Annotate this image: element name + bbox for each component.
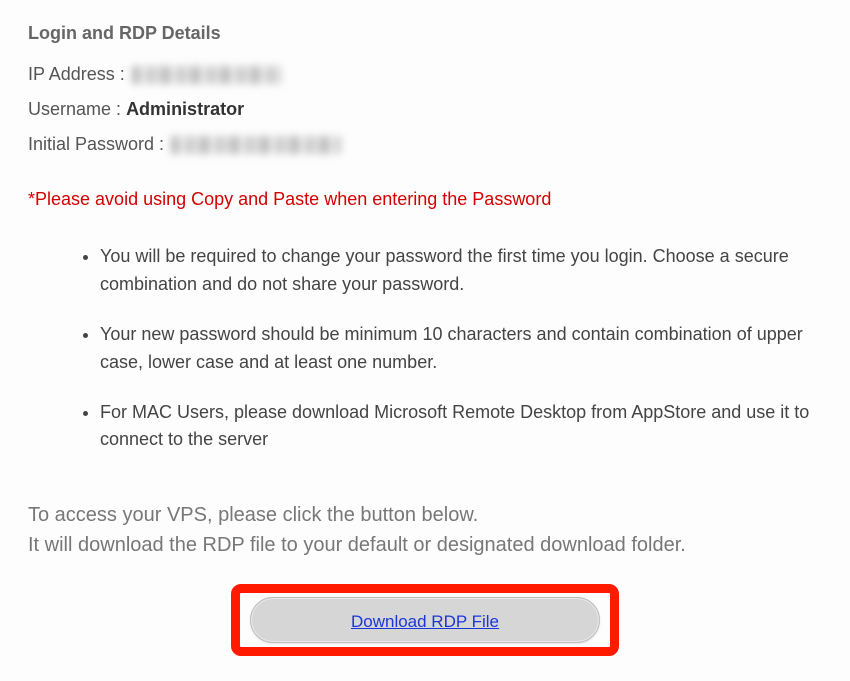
list-item: For MAC Users, please download Microsoft… <box>100 399 810 455</box>
section-heading: Login and RDP Details <box>28 20 822 47</box>
list-item: You will be required to change your pass… <box>100 243 810 299</box>
list-item: Your new password should be minimum 10 c… <box>100 321 810 377</box>
username-value: Administrator <box>126 99 244 119</box>
password-value-redacted <box>171 136 341 154</box>
access-instructions: To access your VPS, please click the but… <box>28 500 822 560</box>
download-rdp-link[interactable]: Download RDP File <box>351 612 499 631</box>
notes-list: You will be required to change your pass… <box>28 243 822 454</box>
username-row: Username : Administrator <box>28 96 822 123</box>
highlight-box: Download RDP File <box>231 584 619 656</box>
ip-value-redacted <box>132 66 282 84</box>
access-line-2: It will download the RDP file to your de… <box>28 534 686 556</box>
password-copy-warning: *Please avoid using Copy and Paste when … <box>28 186 822 213</box>
download-rdp-button[interactable]: Download RDP File <box>250 597 600 643</box>
username-label: Username : <box>28 99 121 119</box>
ip-address-row: IP Address : <box>28 61 822 88</box>
password-label: Initial Password : <box>28 134 164 154</box>
download-button-container: Download RDP File <box>28 584 822 656</box>
access-line-1: To access your VPS, please click the but… <box>28 504 478 526</box>
ip-label: IP Address : <box>28 64 125 84</box>
password-row: Initial Password : <box>28 131 822 158</box>
